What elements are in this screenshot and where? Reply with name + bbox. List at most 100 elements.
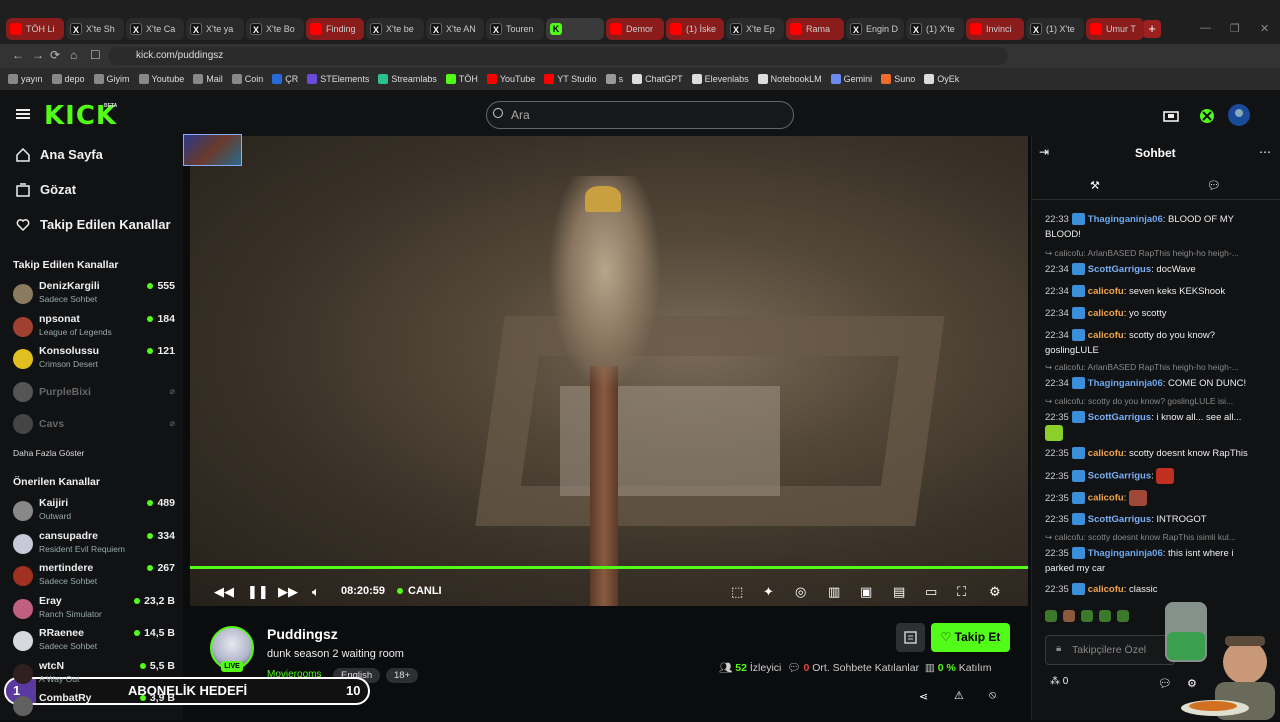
channel-item[interactable]: RRaenee Sadece Sohbet 14,5 B [13,627,175,657]
volume-icon[interactable]: 🔈︎ [312,584,320,600]
forward-icon[interactable]: → [32,48,44,62]
chat-bubble-tab-icon[interactable]: 💬︎ [1207,179,1221,192]
forward-skip-icon[interactable]: ▶▶ [278,584,298,600]
chat-username[interactable]: ScottGarrigus [1088,471,1151,482]
chat-username[interactable]: ScottGarrigus [1088,264,1151,275]
browser-tab[interactable]: (1) İske [666,18,724,40]
channel-item[interactable]: mertindere Sadece Sohbet 267 [13,562,175,592]
emote-icon[interactable] [1099,610,1111,622]
bookmark-item[interactable]: Elevenlabs [691,74,749,84]
chat-username[interactable]: calicofu [1088,448,1124,459]
channel-item[interactable]: Konsolussu Crimson Desert 121 [13,345,175,375]
emote-icon[interactable] [1063,610,1075,622]
bookmark-item[interactable]: Coin [231,74,263,84]
bookmark-item[interactable]: Gemini [830,74,872,84]
xbox-icon[interactable] [1199,108,1215,124]
channel-item[interactable]: npsonat League of Legends 184 [13,313,175,343]
chat-username[interactable]: ScottGarrigus [1088,514,1151,525]
bookmark-item[interactable]: ÇR [272,74,298,84]
reload-icon[interactable]: ⟳ [50,48,60,62]
channel-item[interactable]: wtcN A Way Out 5,5 B [13,660,175,690]
user-avatar[interactable] [1228,104,1250,126]
clip-icon[interactable]: ⬚ [731,584,743,600]
home-browser-icon[interactable]: ⌂ [70,48,77,62]
channel-item[interactable]: CombatRy 3,9 B [13,692,175,722]
minimize-icon[interactable]: — [1200,22,1211,34]
bookmark-item[interactable]: NotebookLM [757,74,822,84]
collapse-chat-icon[interactable]: ⇥ [1039,145,1049,159]
sparkle-icon[interactable]: ✦ [763,584,774,600]
browser-tab[interactable]: X Touren [486,18,544,40]
chat-toggle-button[interactable] [896,623,925,652]
bookmark-item[interactable]: OyEk [924,74,959,84]
tag-age[interactable]: 18+ [386,668,419,683]
nav-home[interactable]: Ana Sayfa [16,147,103,162]
chat-reply-preview[interactable]: ↪ calicofu: scotty doesnt know RapThis i… [1045,532,1265,543]
bookmark-item[interactable]: STElements [307,74,369,84]
bookmark-item[interactable]: Giyim [93,74,130,84]
browser-tab[interactable]: Finding [306,18,364,40]
bookmark-item[interactable]: Streamlabs [378,74,437,84]
channel-item[interactable]: Eray Ranch Simulator 23,2 B [13,595,175,625]
show-more-link[interactable]: Daha Fazla Göster [13,448,84,458]
chat-username[interactable]: ScottGarrigus [1088,412,1151,423]
loot-box-icon[interactable] [1163,108,1179,124]
progress-bar[interactable] [190,566,1028,569]
channel-item[interactable]: Cavs ⌀ [13,410,175,440]
hamburger-menu-icon[interactable] [16,109,30,119]
bookmark-item[interactable]: Suno [881,74,915,84]
emote-icon[interactable] [1045,610,1057,622]
browser-tab[interactable]: X X'te be [366,18,424,40]
browser-tab[interactable]: X X'te Sh [66,18,124,40]
bookmark-item[interactable]: depo [51,74,85,84]
browser-tab[interactable]: X (1) X'te [906,18,964,40]
chat-reply-preview[interactable]: ↪ calicofu: scotty do you know? goslingL… [1045,396,1265,407]
bookmark-item[interactable]: ChatGPT [632,74,683,84]
nav-following[interactable]: Takip Edilen Kanallar [16,217,171,232]
follow-button[interactable]: ♡ Takip Et [931,623,1010,652]
browser-tab[interactable]: X X'te Ca [126,18,184,40]
chat-input[interactable]: Takipçilere Özel [1045,635,1175,665]
browser-tab[interactable]: X Engin D [846,18,904,40]
back-icon[interactable]: ← [12,48,24,62]
chat-more-icon[interactable]: ⋯ [1259,145,1271,159]
bookmark-item[interactable]: Mail [193,74,223,84]
rewind-icon[interactable]: ◀◀ [214,584,234,600]
pause-icon[interactable]: ❚❚ [247,584,269,600]
browser-tab[interactable]: Demor [606,18,664,40]
streamer-name[interactable]: Puddingsz [267,626,338,642]
bookmark-item[interactable]: Youtube [138,74,184,84]
maximize-icon[interactable]: ❐ [1230,22,1240,35]
close-window-icon[interactable]: ✕ [1260,22,1269,35]
report-icon[interactable]: ⚠ [954,689,964,702]
emote-icon[interactable] [1081,610,1093,622]
pin-hammer-icon[interactable]: ⚒ [1090,179,1100,192]
chat-username[interactable]: Thaginganinja06 [1088,378,1163,389]
stream-thumbnail[interactable] [183,134,242,166]
bookmark-item[interactable]: YT Studio [544,74,597,84]
chat-username[interactable]: Thaginganinja06 [1088,548,1163,559]
replay-icon[interactable]: ◎ [795,584,806,600]
chat-username[interactable]: calicofu [1088,308,1124,319]
channel-item[interactable]: cansupadre Resident Evil Requiem 334 [13,530,175,560]
bookmark-item[interactable]: s [605,74,623,84]
new-tab-button[interactable]: + [1143,20,1161,38]
browser-tab[interactable]: TÖH Li [6,18,64,40]
chat-username[interactable]: calicofu [1088,493,1124,504]
browser-tab[interactable]: X X'te Ep [726,18,784,40]
browser-tab[interactable]: K [546,18,604,40]
fullscreen-icon[interactable]: ⛶ [957,584,966,600]
bookmark-icon[interactable]: ☐ [90,48,101,62]
browser-tab[interactable]: Rama [786,18,844,40]
browser-tab[interactable]: X X'te AN [426,18,484,40]
miniplayer-icon[interactable]: ▣ [860,584,872,600]
chat-username[interactable]: calicofu [1088,584,1124,595]
emote-icon[interactable] [1117,610,1129,622]
bookmark-item[interactable]: TÖH [445,74,478,84]
channel-item[interactable]: Kaijiri Outward 489 [13,497,175,527]
browser-tab[interactable]: X (1) X'te [1026,18,1084,40]
browser-tab[interactable]: X X'te ya [186,18,244,40]
bookmark-item[interactable]: YouTube [486,74,535,84]
nav-browse[interactable]: Gözat [16,182,76,197]
search-input[interactable]: Ara [486,101,794,129]
